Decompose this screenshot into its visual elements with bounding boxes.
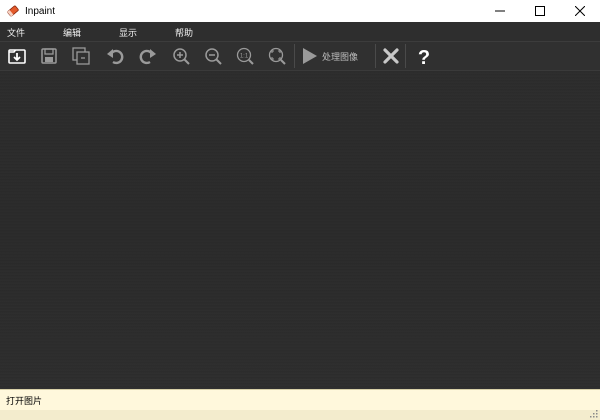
process-image-label: 处理图像 bbox=[322, 52, 359, 63]
save-as-button[interactable] bbox=[69, 44, 93, 68]
app-logo-icon bbox=[7, 5, 19, 17]
open-image-button[interactable] bbox=[5, 44, 29, 68]
zoom-out-button[interactable] bbox=[201, 44, 225, 68]
open-image-icon bbox=[8, 49, 26, 64]
bottom-strip bbox=[0, 410, 600, 420]
save-as-icon bbox=[72, 47, 90, 65]
minimize-button[interactable] bbox=[480, 0, 520, 22]
image-canvas[interactable] bbox=[0, 71, 600, 389]
save-button[interactable] bbox=[37, 44, 61, 68]
undo-icon bbox=[107, 49, 124, 65]
app-window: Inpaint 文件 编辑 显示 帮助 1:1 处理图像 ? 打开图片 bbox=[0, 0, 600, 420]
zoom-out-icon bbox=[205, 48, 222, 65]
close-icon bbox=[575, 6, 585, 16]
close-x-icon bbox=[383, 48, 399, 64]
fit-window-icon bbox=[268, 47, 286, 65]
undo-button[interactable] bbox=[103, 44, 127, 68]
status-bar: 打开图片 bbox=[0, 389, 600, 410]
fit-window-button[interactable] bbox=[265, 44, 289, 68]
menu-help[interactable]: 帮助 bbox=[175, 26, 193, 39]
help-glyph: ? bbox=[418, 47, 430, 67]
zoom-in-button[interactable] bbox=[169, 44, 193, 68]
window-controls bbox=[480, 0, 600, 22]
status-text: 打开图片 bbox=[6, 396, 43, 407]
cancel-button[interactable] bbox=[379, 44, 403, 68]
toolbar-separator bbox=[375, 44, 376, 68]
maximize-button[interactable] bbox=[520, 0, 560, 22]
title-bar[interactable]: Inpaint bbox=[0, 0, 600, 22]
redo-icon bbox=[139, 49, 156, 65]
close-window-button[interactable] bbox=[560, 0, 600, 22]
toolbar-separator bbox=[294, 44, 295, 68]
zoom-actual-size-button[interactable]: 1:1 bbox=[233, 44, 257, 68]
help-icon: ? bbox=[418, 47, 430, 67]
zoom-in-icon bbox=[173, 48, 190, 65]
window-title: Inpaint bbox=[25, 5, 56, 17]
process-image-button[interactable]: 处理图像 bbox=[300, 44, 372, 68]
menu-bar: 文件 编辑 显示 帮助 bbox=[0, 22, 600, 42]
play-icon bbox=[303, 48, 317, 64]
toolbar: 1:1 处理图像 ? bbox=[0, 42, 600, 71]
save-icon bbox=[41, 48, 57, 64]
minimize-icon bbox=[495, 10, 505, 12]
menu-edit[interactable]: 编辑 bbox=[63, 26, 81, 39]
maximize-icon bbox=[535, 6, 545, 16]
help-button[interactable]: ? bbox=[412, 44, 436, 68]
zoom-1to1-icon: 1:1 bbox=[236, 47, 254, 65]
toolbar-separator bbox=[405, 44, 406, 68]
menu-view[interactable]: 显示 bbox=[119, 26, 137, 39]
menu-file[interactable]: 文件 bbox=[7, 26, 25, 39]
redo-button[interactable] bbox=[136, 44, 160, 68]
resize-grip-icon[interactable] bbox=[590, 410, 598, 418]
zoom-1to1-text: 1:1 bbox=[240, 54, 249, 60]
